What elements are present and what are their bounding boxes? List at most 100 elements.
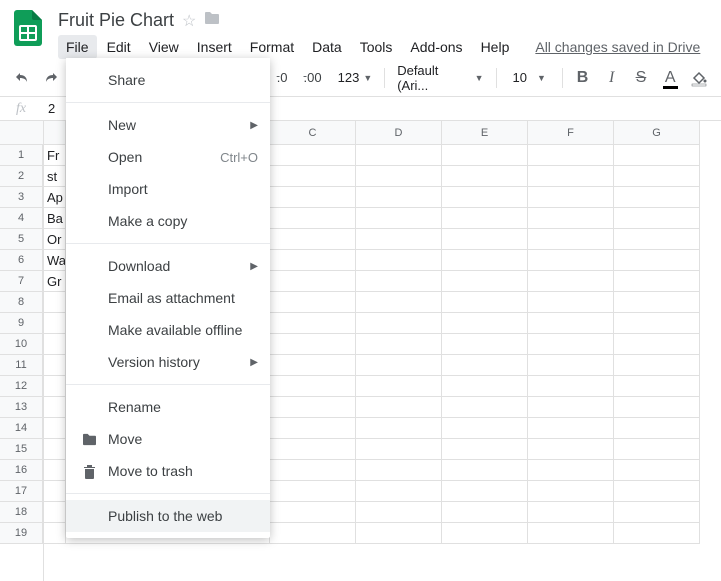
cell[interactable] [442, 187, 528, 208]
cell[interactable] [442, 502, 528, 523]
cell[interactable] [528, 376, 614, 397]
col-header-f[interactable]: F [528, 121, 614, 145]
menu-view[interactable]: View [141, 35, 187, 59]
cell[interactable] [528, 355, 614, 376]
file-menu-share[interactable]: Share [66, 64, 270, 96]
folder-icon[interactable] [204, 11, 220, 30]
cell[interactable] [44, 460, 66, 481]
cell[interactable] [356, 481, 442, 502]
cell[interactable] [442, 250, 528, 271]
row-header[interactable]: 12 [0, 376, 43, 397]
cell[interactable] [442, 439, 528, 460]
cell[interactable] [528, 334, 614, 355]
menu-help[interactable]: Help [473, 35, 518, 59]
cell[interactable] [270, 250, 356, 271]
decrease-decimal-button[interactable]: .0 [273, 70, 292, 85]
row-header[interactable]: 5 [0, 229, 43, 250]
row-header[interactable]: 2 [0, 166, 43, 187]
cell[interactable] [44, 376, 66, 397]
cell[interactable] [442, 397, 528, 418]
bold-button[interactable]: B [569, 64, 596, 92]
row-header[interactable]: 8 [0, 292, 43, 313]
number-format-dropdown[interactable]: 123▼ [332, 70, 379, 85]
cell[interactable]: Wa [44, 250, 66, 271]
cell[interactable] [356, 502, 442, 523]
cell[interactable] [442, 376, 528, 397]
select-all-corner[interactable] [0, 121, 44, 145]
file-menu-move[interactable]: Move [66, 423, 270, 455]
file-menu-rename[interactable]: Rename [66, 391, 270, 423]
cell[interactable] [528, 145, 614, 166]
row-header[interactable]: 4 [0, 208, 43, 229]
row-header[interactable]: 3 [0, 187, 43, 208]
cell[interactable] [270, 166, 356, 187]
cell[interactable] [528, 397, 614, 418]
cell[interactable] [44, 313, 66, 334]
cell[interactable] [270, 229, 356, 250]
cell[interactable] [356, 397, 442, 418]
file-menu-version-history[interactable]: Version history▶ [66, 346, 270, 378]
cell[interactable] [528, 460, 614, 481]
cell[interactable] [356, 166, 442, 187]
strikethrough-button[interactable]: S [627, 64, 654, 92]
font-family-dropdown[interactable]: Default (Ari... ▼ [391, 63, 489, 93]
file-menu-import[interactable]: Import [66, 173, 270, 205]
cell[interactable] [270, 397, 356, 418]
file-menu-download[interactable]: Download▶ [66, 250, 270, 282]
cell[interactable] [614, 523, 700, 544]
row-header[interactable]: 10 [0, 334, 43, 355]
cell[interactable] [270, 313, 356, 334]
cell[interactable] [528, 523, 614, 544]
cell[interactable] [270, 418, 356, 439]
cell[interactable] [442, 460, 528, 481]
menu-edit[interactable]: Edit [99, 35, 139, 59]
cell[interactable] [44, 418, 66, 439]
cell[interactable] [270, 523, 356, 544]
cell[interactable] [356, 439, 442, 460]
cell[interactable] [270, 439, 356, 460]
cell[interactable] [44, 481, 66, 502]
file-menu-new[interactable]: New▶ [66, 109, 270, 141]
cell[interactable] [614, 502, 700, 523]
save-status[interactable]: All changes saved in Drive [535, 35, 700, 59]
fill-color-button[interactable] [686, 64, 713, 92]
cell[interactable] [356, 460, 442, 481]
col-header-c[interactable]: C [270, 121, 356, 145]
cell[interactable] [442, 523, 528, 544]
redo-button[interactable] [37, 64, 64, 92]
cell[interactable] [528, 187, 614, 208]
menu-format[interactable]: Format [242, 35, 302, 59]
cell[interactable] [442, 481, 528, 502]
cell[interactable] [528, 229, 614, 250]
cell[interactable] [614, 166, 700, 187]
cell[interactable] [356, 523, 442, 544]
cell[interactable] [442, 271, 528, 292]
cell[interactable] [614, 439, 700, 460]
cell[interactable] [44, 292, 66, 313]
cell[interactable] [528, 166, 614, 187]
cell[interactable] [356, 418, 442, 439]
cell[interactable] [44, 397, 66, 418]
cell[interactable] [614, 145, 700, 166]
cell[interactable] [614, 334, 700, 355]
cell[interactable] [442, 145, 528, 166]
file-menu-email[interactable]: Email as attachment [66, 282, 270, 314]
cell[interactable] [614, 208, 700, 229]
cell[interactable] [614, 376, 700, 397]
cell[interactable] [528, 292, 614, 313]
row-header[interactable]: 13 [0, 397, 43, 418]
cell[interactable] [44, 439, 66, 460]
cell[interactable] [614, 229, 700, 250]
file-menu-offline[interactable]: Make available offline [66, 314, 270, 346]
col-header-g[interactable]: G [614, 121, 700, 145]
file-menu-trash[interactable]: Move to trash [66, 455, 270, 487]
file-menu-make-copy[interactable]: Make a copy [66, 205, 270, 237]
menu-tools[interactable]: Tools [352, 35, 401, 59]
cell[interactable] [614, 250, 700, 271]
menu-file[interactable]: File [58, 35, 97, 59]
cell[interactable] [270, 208, 356, 229]
cell[interactable] [356, 313, 442, 334]
cell[interactable] [270, 292, 356, 313]
star-icon[interactable]: ☆ [182, 11, 196, 31]
col-header-a[interactable] [44, 121, 66, 145]
